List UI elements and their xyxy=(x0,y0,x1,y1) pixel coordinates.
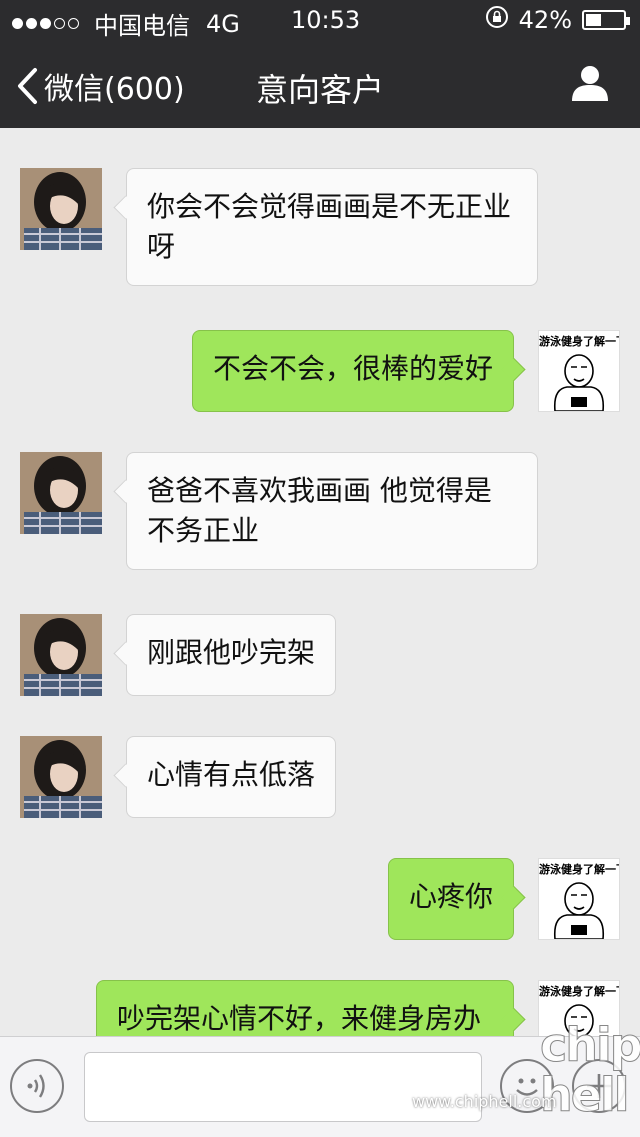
message-bubble-outgoing[interactable]: 吵完架心情不好，来健身房办 xyxy=(96,980,514,1036)
message-bubble-outgoing[interactable]: 心疼你 xyxy=(388,858,514,940)
contact-avatar[interactable] xyxy=(20,452,102,534)
message-bubble-incoming[interactable]: 爸爸不喜欢我画画 他觉得是不务正业 xyxy=(126,452,538,570)
voice-input-button[interactable] xyxy=(10,1059,64,1113)
message-bubble-incoming[interactable]: 刚跟他吵完架 xyxy=(126,614,336,696)
chat-info-button[interactable] xyxy=(570,62,610,106)
signal-strength-icon xyxy=(12,18,82,29)
status-left: 中国电信 4G xyxy=(12,6,240,41)
nav-bar: 微信(600) 意向客户 xyxy=(0,40,640,128)
watermark-url: www.chiphell.com xyxy=(412,1092,557,1111)
my-avatar[interactable]: 游泳健身了解一下 xyxy=(538,330,620,412)
message-text: 爸爸不喜欢我画画 他觉得是不务正业 xyxy=(147,474,492,547)
message-text: 不会不会，很棒的爱好 xyxy=(213,352,494,385)
status-time: 10:53 xyxy=(291,6,361,34)
contact-avatar[interactable] xyxy=(20,736,102,818)
battery-percent: 42% xyxy=(518,6,572,34)
network-type: 4G xyxy=(206,9,240,38)
battery-icon xyxy=(582,10,630,30)
contact-photo xyxy=(20,736,102,818)
sticker-caption: 游泳健身了解一下 xyxy=(539,863,620,876)
message-text: 吵完架心情不好，来健身房办 xyxy=(117,1002,482,1035)
my-avatar[interactable]: 游泳健身了解一下 xyxy=(538,858,620,940)
voice-waves-icon xyxy=(27,1074,45,1098)
status-right: 42% xyxy=(485,5,630,35)
contact-avatar[interactable] xyxy=(20,168,102,250)
message-text: 心情有点低落 xyxy=(147,758,316,791)
carrier-name: 中国电信 xyxy=(94,12,190,40)
contact-photo xyxy=(20,168,102,250)
message-text: 刚跟他吵完架 xyxy=(147,636,316,669)
contact-avatar[interactable] xyxy=(20,614,102,696)
contact-photo xyxy=(20,614,102,696)
message-text: 心疼你 xyxy=(409,880,494,913)
sticker-caption: 游泳健身了解一下 xyxy=(539,335,620,348)
message-text: 你会不会觉得画画是不无正业呀 xyxy=(147,190,512,263)
contact-photo xyxy=(20,452,102,534)
message-bubble-outgoing[interactable]: 不会不会，很棒的爱好 xyxy=(192,330,514,412)
message-bubble-incoming[interactable]: 你会不会觉得画画是不无正业呀 xyxy=(126,168,538,286)
chat-title: 意向客户 xyxy=(255,71,384,109)
person-icon xyxy=(572,66,608,101)
status-bar: 中国电信 4G 10:53 42% xyxy=(0,0,640,40)
sticker-caption: 游泳健身了解一下 xyxy=(539,985,620,998)
message-bubble-incoming[interactable]: 心情有点低落 xyxy=(126,736,336,818)
chat-area[interactable]: 你会不会觉得画画是不无正业呀 不会不会，很棒的爱好 游泳健身了解一下 爸爸不喜欢… xyxy=(0,128,640,1036)
rotation-lock-icon xyxy=(485,5,509,35)
message-input[interactable] xyxy=(84,1052,482,1122)
